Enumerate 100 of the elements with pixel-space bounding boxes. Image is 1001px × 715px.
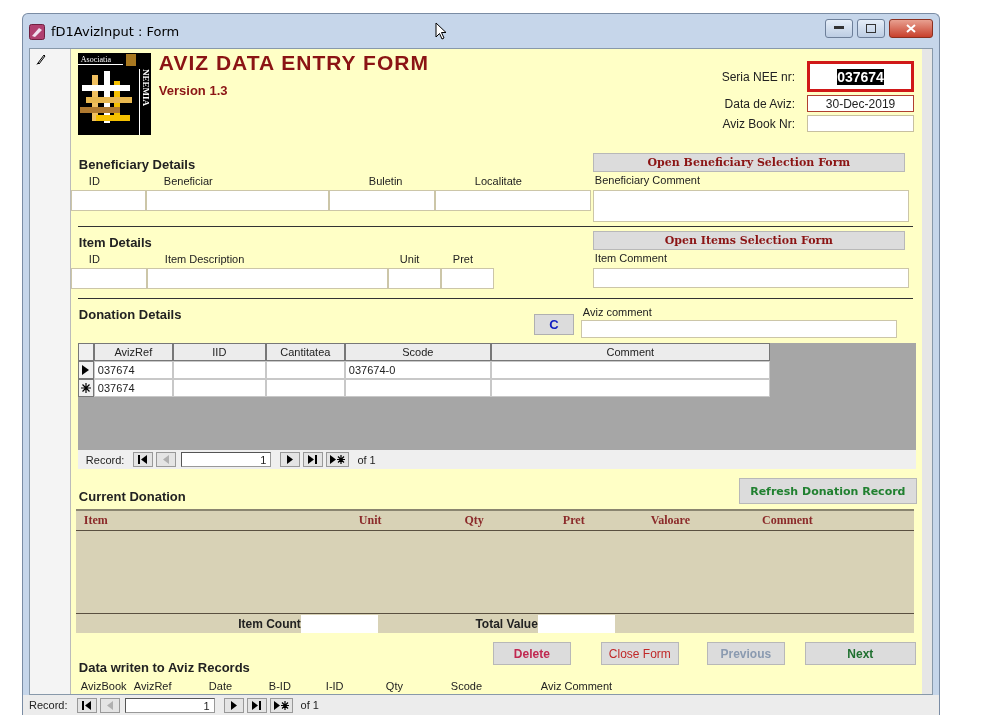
column-label: Item Description <box>164 253 245 265</box>
column-header[interactable]: Comment <box>490 343 770 361</box>
last-icon <box>308 455 319 464</box>
field-label: Item Comment <box>593 252 668 265</box>
table-cell: 037674 <box>93 379 173 397</box>
column-label: B-ID <box>268 680 291 692</box>
open-form-button[interactable]: Open Beneficiary Selection Form <box>592 153 905 172</box>
column-label: Localitate <box>474 175 522 187</box>
column-label: Comment <box>761 513 813 528</box>
row-selector-header[interactable] <box>77 343 94 361</box>
table-cell: 037674-0 <box>344 361 491 379</box>
next-record-button[interactable] <box>223 697 244 713</box>
comment-field[interactable] <box>580 320 897 338</box>
field-label: Aviz Book Nr: <box>722 116 796 131</box>
current-record-icon <box>82 365 90 375</box>
column-label: AvizBook <box>80 680 127 692</box>
next-icon <box>229 700 238 710</box>
column-label: Aviz Comment <box>540 680 613 692</box>
close-icon <box>906 23 916 33</box>
last-record-button[interactable] <box>303 452 324 467</box>
column-label: Buletin <box>368 175 403 187</box>
column-label: ID <box>88 175 100 187</box>
first-record-button[interactable] <box>133 452 154 467</box>
record-count: of 1 <box>357 453 376 466</box>
input-field[interactable] <box>328 190 435 211</box>
action-button[interactable]: Delete <box>492 642 571 665</box>
action-button[interactable]: Next <box>804 642 916 665</box>
refresh-button[interactable]: Refresh Donation Record <box>738 478 917 504</box>
input-field[interactable] <box>70 190 146 211</box>
form-icon <box>29 24 45 40</box>
new-record-icon <box>273 700 289 710</box>
version-label: Version 1.3 <box>158 83 229 98</box>
section-title: Current Donation <box>77 489 187 505</box>
column-label: Beneficiar <box>163 175 213 187</box>
column-header[interactable]: IID <box>172 343 266 361</box>
field-label: Beneficiary Comment <box>593 174 701 187</box>
column-label: Date <box>208 680 233 692</box>
last-record-button[interactable] <box>246 697 267 713</box>
record-number-field[interactable]: 1 <box>181 452 272 467</box>
input-field[interactable] <box>146 268 388 289</box>
column-label: Qty <box>464 513 484 528</box>
column-header[interactable]: AvizRef <box>93 343 173 361</box>
close-button[interactable] <box>889 18 933 38</box>
column-label: I-ID <box>325 680 344 692</box>
new-record-button[interactable] <box>269 697 293 713</box>
record-number-field[interactable]: 1 <box>124 697 215 713</box>
scrollbar[interactable] <box>922 49 932 694</box>
field-label: Item Count <box>237 616 301 631</box>
column-label: Valoare <box>650 513 690 528</box>
column-label: Pret <box>562 513 585 528</box>
input-field[interactable] <box>70 268 147 289</box>
new-record-icon <box>80 383 91 393</box>
action-button[interactable]: Close Form <box>600 642 679 665</box>
first-icon <box>138 455 149 464</box>
input-field[interactable] <box>440 268 494 289</box>
clear-button[interactable]: C <box>533 314 574 335</box>
field-label: Aviz comment <box>581 306 653 319</box>
new-record-button[interactable] <box>326 452 350 467</box>
input-field[interactable] <box>537 614 615 633</box>
maximize-button[interactable] <box>857 18 885 38</box>
previous-icon <box>162 455 171 464</box>
input-field[interactable] <box>387 268 441 289</box>
column-header[interactable]: Scode <box>344 343 491 361</box>
field-label: Total Value <box>474 616 538 631</box>
window-title: fD1AvizInput : Form <box>51 23 180 39</box>
input-field[interactable] <box>300 614 378 633</box>
column-label: Pret <box>452 253 474 265</box>
record-count: of 1 <box>300 699 319 711</box>
comment-field[interactable] <box>592 190 909 222</box>
input-field[interactable]: 037674 <box>807 61 915 92</box>
input-field[interactable]: 30-Dec-2019 <box>807 95 915 112</box>
comment-field[interactable] <box>592 268 909 288</box>
next-icon <box>286 455 295 464</box>
next-record-button[interactable] <box>280 452 301 467</box>
row-selector[interactable] <box>77 379 94 397</box>
column-label: Unit <box>358 513 382 528</box>
field-label: Data de Aviz: <box>724 96 796 111</box>
section-title: Donation Details <box>77 307 183 323</box>
first-icon <box>81 700 92 710</box>
open-form-button[interactable]: Open Items Selection Form <box>592 231 905 250</box>
first-record-button[interactable] <box>76 697 97 713</box>
column-label: Qty <box>385 680 403 692</box>
logo-text: NEEMIA <box>138 69 151 135</box>
input-field[interactable] <box>807 115 915 132</box>
column-label: Item <box>83 513 109 528</box>
section-title: Beneficiary Details <box>77 157 197 173</box>
minimize-button[interactable] <box>825 18 853 38</box>
maximize-icon <box>866 23 876 33</box>
logo-mark <box>126 54 136 66</box>
column-label: AvizRef <box>133 680 172 692</box>
cursor-icon <box>435 22 448 40</box>
table-cell: 037674 <box>93 361 173 379</box>
row-selector[interactable] <box>77 361 94 379</box>
input-field[interactable] <box>145 190 329 211</box>
form-title: AVIZ DATA ENTRY FORM <box>158 51 429 75</box>
column-header[interactable]: Cantitatea <box>265 343 345 361</box>
column-label: ID <box>88 253 100 265</box>
input-field[interactable] <box>434 190 591 211</box>
last-icon <box>251 700 262 710</box>
navigator-label: Record: <box>85 453 125 466</box>
